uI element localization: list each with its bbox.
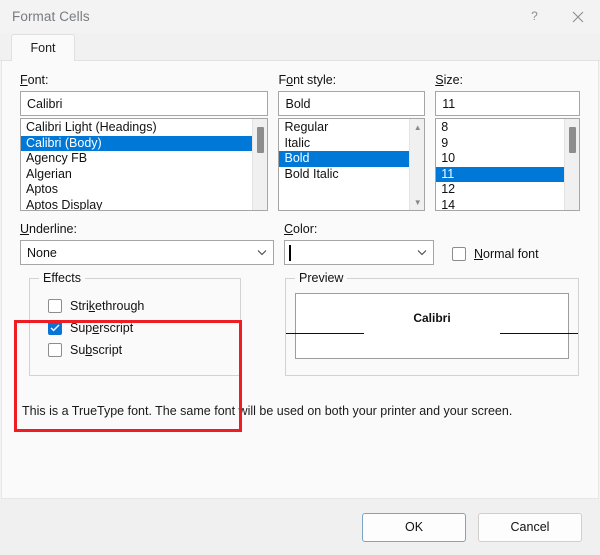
scroll-up-arrow-icon[interactable]: ▲ [410, 120, 424, 134]
normal-font-label: Normal font [474, 247, 539, 261]
tab-strip: Font [0, 33, 600, 61]
font-style-listbox[interactable]: Regular Italic Bold Bold Italic ▲ ▼ [278, 118, 426, 211]
font-style-list-scrollbar[interactable]: ▲ ▼ [409, 119, 425, 210]
font-list-items: Calibri Light (Headings) Calibri (Body) … [21, 119, 253, 210]
close-icon [572, 11, 584, 22]
preview-group: Preview Calibri [285, 271, 579, 376]
list-item[interactable]: Aptos [21, 182, 252, 198]
size-list-scrollbar[interactable] [564, 119, 579, 210]
list-item[interactable]: 9 [436, 136, 564, 152]
tab-font[interactable]: Font [11, 34, 75, 61]
font-style-column: Font style: Bold Regular Italic Bold Bol… [278, 73, 426, 211]
font-input[interactable]: Calibri [20, 91, 269, 116]
size-listbox[interactable]: 8 9 10 11 12 14 [435, 118, 580, 211]
size-column: Size: 11 8 9 10 11 12 14 [435, 73, 580, 211]
tab-font-label: Font [30, 41, 56, 55]
title-bar: Format Cells ? [0, 0, 600, 33]
color-swatch [289, 244, 291, 261]
format-cells-dialog: Format Cells ? Font Font: Calibri Calibr… [0, 0, 600, 555]
normal-font-checkbox-row[interactable]: Normal font [452, 243, 539, 265]
effects-preview-row: Effects Strikethrough Superscript Subscr… [20, 271, 580, 376]
list-item[interactable]: 12 [436, 182, 564, 198]
checkmark-icon [50, 324, 60, 332]
list-item[interactable]: Italic [279, 136, 409, 152]
list-item[interactable]: Regular [279, 120, 409, 136]
size-input[interactable]: 11 [435, 91, 580, 116]
font-column: Font: Calibri Calibri Light (Headings) C… [20, 73, 269, 211]
subscript-checkbox-row[interactable]: Subscript [48, 339, 240, 361]
underline-group: Underline: None [20, 222, 274, 265]
strikethrough-checkbox[interactable] [48, 299, 62, 313]
preview-title: Preview [295, 271, 348, 285]
size-list-items: 8 9 10 11 12 14 [436, 119, 564, 210]
title-bar-buttons: ? [512, 0, 600, 33]
superscript-checkbox[interactable] [48, 321, 62, 335]
list-item[interactable]: Algerian [21, 167, 252, 183]
scrollbar-thumb[interactable] [257, 127, 265, 153]
underline-dropdown[interactable]: None [20, 240, 274, 265]
underline-label: Underline: [20, 222, 77, 236]
dialog-content: Font: Calibri Calibri Light (Headings) C… [1, 61, 599, 499]
font-style-input-value: Bold [285, 96, 311, 111]
superscript-checkbox-row[interactable]: Superscript [48, 317, 240, 339]
ok-button-label: OK [404, 520, 424, 534]
font-list-scrollbar[interactable] [252, 119, 268, 210]
question-mark-icon: ? [531, 10, 538, 23]
list-item[interactable]: Bold [279, 151, 410, 167]
font-style-list-items: Regular Italic Bold Bold Italic [279, 119, 410, 210]
list-item[interactable]: Calibri (Body) [21, 135, 253, 152]
font-style-label: Font style: [278, 73, 337, 87]
list-item[interactable]: Bold Italic [279, 167, 409, 183]
underline-color-row: Underline: None Color: Normal font [20, 222, 580, 265]
cancel-button-label: Cancel [510, 520, 550, 534]
strikethrough-label: Strikethrough [70, 299, 145, 313]
scrollbar-thumb[interactable] [569, 127, 576, 153]
scroll-down-arrow-icon[interactable]: ▼ [410, 195, 424, 209]
list-item[interactable]: 11 [436, 166, 564, 183]
chevron-down-icon[interactable] [411, 241, 433, 264]
window-title: Format Cells [12, 9, 90, 24]
chevron-down-icon[interactable] [251, 241, 273, 264]
svg-text:?: ? [531, 10, 538, 23]
size-label: Size: [435, 73, 464, 87]
list-item[interactable]: Aptos Display [21, 198, 252, 210]
strikethrough-checkbox-row[interactable]: Strikethrough [48, 295, 240, 317]
help-button[interactable]: ? [512, 0, 556, 33]
font-info-text: This is a TrueType font. The same font w… [22, 404, 513, 418]
preview-baseline-right [500, 333, 578, 334]
font-selectors-row: Font: Calibri Calibri Light (Headings) C… [20, 73, 580, 211]
color-group: Color: [284, 222, 434, 265]
size-input-value: 11 [442, 96, 456, 111]
ok-button[interactable]: OK [362, 512, 466, 542]
font-listbox[interactable]: Calibri Light (Headings) Calibri (Body) … [20, 118, 269, 211]
effects-group: Effects Strikethrough Superscript Subscr… [29, 271, 241, 376]
list-item[interactable]: Agency FB [21, 151, 252, 167]
subscript-checkbox[interactable] [48, 343, 62, 357]
underline-value: None [27, 245, 57, 260]
preview-sample-text: Calibri [413, 311, 451, 325]
list-item[interactable]: 14 [436, 198, 564, 210]
color-swatch-wrap [285, 243, 411, 263]
font-style-input[interactable]: Bold [278, 91, 426, 116]
effects-title: Effects [39, 271, 85, 285]
close-button[interactable] [556, 0, 600, 33]
font-label: Font: [20, 73, 49, 87]
font-input-value: Calibri [27, 96, 63, 111]
color-dropdown[interactable] [284, 240, 434, 265]
preview-baseline-left [286, 333, 364, 334]
preview-box: Calibri [286, 293, 578, 359]
dialog-footer: OK Cancel [0, 499, 600, 555]
list-item[interactable]: 8 [436, 120, 564, 136]
list-item[interactable]: Calibri Light (Headings) [21, 120, 252, 136]
superscript-label: Superscript [70, 321, 134, 335]
color-label: Color: [284, 222, 318, 236]
subscript-label: Subscript [70, 343, 123, 357]
list-item[interactable]: 10 [436, 151, 564, 167]
normal-font-group: Normal font [452, 222, 539, 265]
normal-font-checkbox[interactable] [452, 247, 466, 261]
cancel-button[interactable]: Cancel [478, 512, 582, 542]
